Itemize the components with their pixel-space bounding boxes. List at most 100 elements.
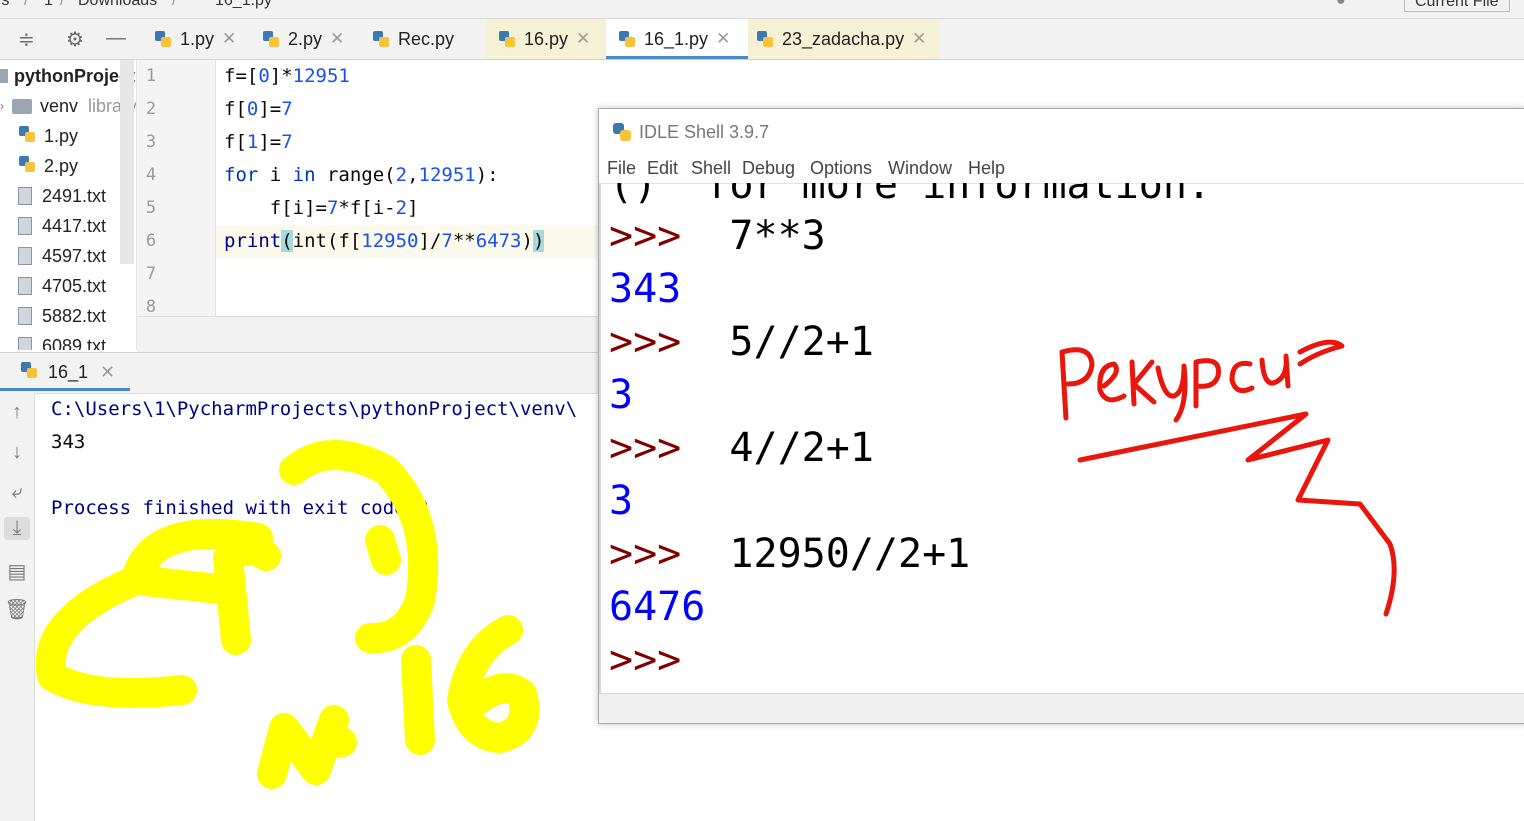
shell-partial-line: () for more information. [609,183,1212,208]
project-tree: pythonProject › venv library 1.py 2.py 2… [0,60,137,350]
shell-result: 6476 [609,584,706,630]
text-file-icon [18,217,32,235]
chevron-right-icon[interactable]: › [0,99,4,113]
breadcrumb-item[interactable]: 16_1.py [215,0,272,10]
breadcrumb-item[interactable]: rs [0,0,9,10]
python-file-icon [18,155,36,178]
code-line-4[interactable]: for i in range(2,12951): [224,164,499,186]
code-line-5[interactable]: f[i]=7*f[i-2] [224,197,419,219]
menu-options[interactable]: Options [810,158,872,179]
scroll-to-end-icon[interactable]: ⤓ [4,517,30,540]
gear-icon[interactable]: ⚙ [66,27,84,52]
tab-23-zadacha-py[interactable]: 23_zadacha.py ✕ [748,19,940,59]
tab-1-py[interactable]: 1.py ✕ [146,19,254,59]
tree-item-file[interactable]: 1.py [18,121,78,151]
soft-wrap-icon[interactable]: ⤶ [4,481,30,504]
close-icon[interactable]: ✕ [330,29,344,49]
tree-item-project[interactable]: pythonProject [0,61,135,91]
close-icon[interactable]: ✕ [576,29,590,49]
menu-shell[interactable]: Shell [691,158,731,179]
shell-input-line: >>> 4//2+1 [609,425,874,471]
tree-item-file[interactable]: 6089.txt [18,331,106,350]
tree-item-file[interactable]: 4705.txt [18,271,106,301]
code-line-3[interactable]: f[1]=7 [224,131,293,153]
idle-shell-window[interactable]: IDLE Shell 3.9.7 File Edit Shell Debug O… [598,108,1524,724]
code-line-2[interactable]: f[0]=7 [224,98,293,120]
python-file-icon [756,30,774,48]
idle-window-title: IDLE Shell 3.9.7 [639,122,770,142]
close-icon[interactable]: ✕ [912,29,926,49]
menu-file[interactable]: File [607,158,636,179]
line-number: 2 [145,99,157,119]
text-file-icon [18,277,32,295]
shell-input-line: >>> 7**3 [609,213,826,259]
run-tab[interactable]: 16_1 ✕ [0,353,130,391]
text-file-icon [18,307,32,325]
idle-status-bar [599,693,1524,723]
text-file-icon [18,337,32,350]
run-config-selector[interactable]: Current File [1404,0,1510,12]
breadcrumb: rs / 1 / Downloads / 16_1.py ● Current F… [0,0,1524,19]
folder-icon [0,69,8,83]
tree-item-venv[interactable]: › venv library [0,91,136,121]
python-file-icon [372,30,390,48]
breadcrumb-item[interactable]: Downloads [78,0,157,10]
python-file-icon [498,30,516,48]
menu-edit[interactable]: Edit [647,158,678,179]
run-command-line: C:\Users\1\PycharmProjects\pythonProject… [51,398,578,420]
run-toolbar: ↑ ↓ ⤶ ⤓ ▤ 🗑 [0,393,35,821]
tab-rec-py[interactable]: Rec.py [364,19,490,59]
python-file-icon [18,125,36,148]
close-icon[interactable]: ✕ [716,29,730,49]
hide-icon[interactable]: — [106,27,126,50]
shell-result: 3 [609,478,634,524]
tree-item-file[interactable]: 4597.txt [18,241,106,271]
python-file-icon [262,30,280,48]
collapse-all-icon[interactable]: ≑ [18,27,35,52]
menu-debug[interactable]: Debug [742,158,795,179]
shell-result: 3 [609,372,634,418]
close-icon[interactable]: ✕ [100,362,115,383]
tree-item-file[interactable]: 5882.txt [18,301,106,331]
process-finished-message: Process finished with exit code 0 [51,497,429,519]
line-number: 3 [145,132,157,152]
idle-menu-bar: File Edit Shell Debug Options Window Hel… [599,155,1524,184]
print-icon[interactable]: ▤ [4,559,30,584]
line-number: 1 [145,66,157,86]
line-number: 8 [145,297,157,317]
tree-item-file[interactable]: 4417.txt [18,211,106,241]
text-file-icon [18,247,32,265]
close-icon[interactable]: ✕ [222,29,236,49]
line-number: 4 [145,165,157,185]
code-line-6[interactable]: print(int(f[12950]/7**6473)) [224,230,545,252]
arrow-down-icon[interactable]: ↓ [4,441,30,464]
shell-input-line: >>> 5//2+1 [609,319,874,365]
user-icon[interactable]: ● [1336,0,1346,10]
text-file-icon [18,187,32,205]
line-number: 5 [145,198,157,218]
tree-item-file[interactable]: 2.py [18,151,78,181]
tree-scrollbar[interactable] [120,60,134,264]
tree-item-file[interactable]: 2491.txt [18,181,106,211]
shell-current-prompt[interactable]: >>> [609,636,681,684]
tab-2-py[interactable]: 2.py ✕ [254,19,366,59]
menu-window[interactable]: Window [888,158,952,179]
menu-help[interactable]: Help [968,158,1005,179]
trash-icon[interactable]: 🗑 [4,597,30,622]
tab-16-1-py[interactable]: 16_1.py ✕ [606,19,748,59]
arrow-up-icon[interactable]: ↑ [4,401,30,424]
idle-shell-output[interactable]: () for more information. >>> 7**3 343 >>… [599,183,1524,693]
idle-title-bar[interactable]: IDLE Shell 3.9.7 [599,109,1524,155]
python-file-icon [618,30,636,48]
code-line-1[interactable]: f=[0]*12951 [224,65,350,87]
python-file-icon [154,30,172,48]
python-file-icon [20,361,38,384]
line-number-gutter: 1 2 3 4 5 6 7 8 [137,60,216,317]
breadcrumb-item[interactable]: 1 [44,0,53,10]
tab-16-py[interactable]: 16.py ✕ [486,19,614,59]
python-logo-icon [611,121,633,148]
shell-input-line: >>> 12950//2+1 [609,531,971,577]
folder-icon [12,98,32,114]
line-number: 7 [145,264,157,284]
run-output: 343 [51,431,86,453]
